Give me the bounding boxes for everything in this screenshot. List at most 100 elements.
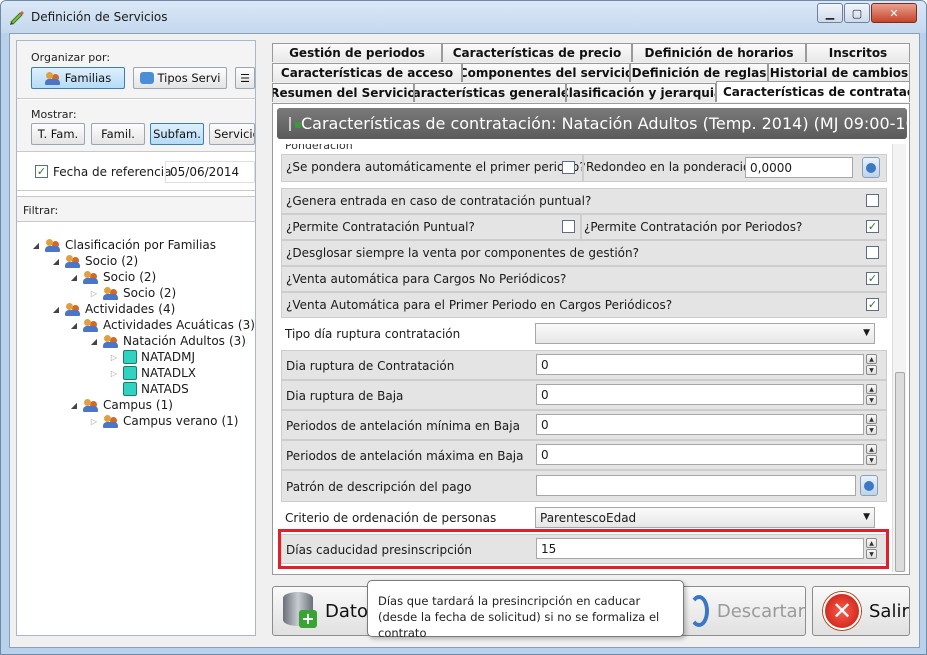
dia-baja-stepper[interactable]: ▲ ▼ — [866, 384, 877, 405]
service-icon — [123, 382, 137, 396]
mostrar-group: Mostrar: T. Fam. Famil. Subfam. Servicio… — [17, 100, 255, 152]
form-scrollbar[interactable] — [892, 144, 906, 572]
criterio-select[interactable]: ParentescoEdad ▼ — [535, 507, 875, 528]
tree-item[interactable]: ▷ NATADMJ — [109, 349, 195, 365]
tipo-dia-row: Tipo día ruptura contratación ▼ — [281, 320, 887, 348]
tree-item[interactable]: ◢ Actividades Acuáticas (3) — [69, 317, 255, 333]
people-icon — [83, 270, 99, 284]
expand-arrow-icon[interactable]: ◢ — [69, 273, 79, 282]
familias-button[interactable]: Familias — [31, 67, 125, 89]
dia-baja-input[interactable]: 0 — [536, 384, 864, 405]
tree-item[interactable]: ◢ Socio (2) — [51, 253, 138, 269]
fecha-input[interactable]: 05/06/2014 — [165, 161, 255, 183]
tree-item[interactable]: ▷ Socio (2) — [89, 285, 176, 301]
tree-item[interactable]: ◢ Socio (2) — [69, 269, 156, 285]
redondeo-input[interactable]: 0,0000 — [745, 157, 853, 178]
contratacion-puntual-label: ¿Permite Contratación Puntual? — [286, 220, 475, 234]
familia-button[interactable]: Famil. — [91, 123, 145, 145]
collapsed-arrow-icon[interactable]: ▷ — [109, 353, 119, 362]
collapsed-arrow-icon[interactable]: ▷ — [89, 289, 99, 298]
patron-input[interactable] — [536, 475, 856, 496]
close-button[interactable]: ✕ — [871, 3, 917, 23]
tipos-servicio-button[interactable]: Tipos Servi — [133, 67, 227, 89]
tree-item[interactable]: ◢ Actividades (4) — [51, 301, 175, 317]
collapsed-arrow-icon[interactable]: ▷ — [109, 369, 119, 378]
tipo-familia-button[interactable]: T. Fam. — [31, 123, 85, 145]
scrollbar-thumb[interactable] — [895, 372, 905, 572]
tab-definicion-reglas[interactable]: Definición de reglas — [630, 63, 768, 82]
tree-item[interactable]: ◢ Natación Adultos (3) — [89, 333, 246, 349]
pondera-checkbox[interactable] — [562, 161, 575, 174]
fecha-checkbox[interactable]: ✓ — [35, 165, 48, 178]
dias-caducidad-stepper[interactable]: ▲ ▼ — [866, 538, 877, 559]
ponderacion-row: ¿Se pondera automáticamente el primer pe… — [281, 154, 887, 182]
tab-definicion-horarios[interactable]: Definición de horarios — [632, 43, 806, 62]
expand-arrow-icon[interactable]: ◢ — [51, 257, 61, 266]
subfamilia-button[interactable]: Subfam. — [150, 123, 204, 145]
database-icon — [139, 72, 154, 84]
tab-caracteristicas-precio[interactable]: Características de precio — [442, 43, 632, 62]
pencil-icon — [10, 11, 24, 25]
tab-caracteristicas-acceso[interactable]: Características de acceso — [272, 63, 462, 82]
dias-caducidad-label: Días caducidad presinscripción — [286, 543, 472, 557]
expand-arrow-icon[interactable]: ◢ — [31, 241, 41, 250]
people-icon — [103, 334, 119, 348]
left-panel: Organizar por: Familias Tipos Servi ☰ Mo… — [16, 40, 256, 636]
tab-resumen-servicio[interactable]: Resumen del Servicio — [272, 83, 414, 102]
tab-caracteristicas-contratacion[interactable]: Características de contratació... — [716, 81, 910, 102]
tab-caracteristicas-generales[interactable]: Características generales — [414, 83, 566, 102]
tooltip: Días que tardará la presincripción en ca… — [367, 580, 684, 640]
expand-arrow-icon[interactable]: ◢ — [51, 305, 61, 314]
descartar-button[interactable]: Descartar — [678, 586, 806, 636]
redondeo-help-button[interactable] — [862, 157, 880, 178]
tree-item[interactable]: NATADS — [109, 381, 189, 397]
contratacion-puntual-checkbox[interactable] — [562, 220, 575, 233]
antelacion-max-input[interactable]: 0 — [536, 444, 864, 465]
expand-arrow-icon[interactable]: ◢ — [69, 401, 79, 410]
collapsed-arrow-icon[interactable]: ▷ — [89, 417, 99, 426]
minimize-button[interactable]: ▁ — [817, 3, 843, 23]
salir-button[interactable]: ✕ Salir — [812, 586, 910, 636]
people-icon — [45, 238, 61, 252]
dia-baja-row: Dia ruptura de Baja 0 ▲ ▼ — [281, 380, 887, 410]
venta-periodicos-checkbox[interactable]: ✓ — [866, 298, 879, 311]
tab-inscritos[interactable]: Inscritos — [806, 43, 910, 62]
tree-item[interactable]: ◢ Campus (1) — [69, 397, 173, 413]
tab-historial-cambios[interactable]: Historial de cambios — [768, 63, 910, 82]
divider — [582, 155, 584, 181]
antelacion-max-stepper[interactable]: ▲ ▼ — [866, 444, 877, 465]
tipo-dia-label: Tipo día ruptura contratación — [285, 327, 461, 341]
contratacion-periodos-checkbox[interactable]: ✓ — [866, 220, 879, 233]
dia-contratacion-stepper[interactable]: ▲ ▼ — [866, 354, 877, 375]
dias-caducidad-input[interactable]: 15 — [536, 538, 864, 559]
tab-clasificacion-jerarquia[interactable]: Clasificación y jerarquia — [566, 83, 716, 102]
venta-no-periodicos-checkbox[interactable]: ✓ — [866, 272, 879, 285]
antelacion-min-input[interactable]: 0 — [536, 414, 864, 435]
pondera-label: ¿Se pondera automáticamente el primer pe… — [286, 160, 586, 174]
tree-item[interactable]: ▷ Campus verano (1) — [89, 413, 238, 429]
tree-item[interactable]: ◢ Clasificación por Familias — [31, 237, 216, 253]
desglosar-checkbox[interactable] — [866, 246, 879, 259]
tipo-dia-select[interactable]: ▼ — [535, 323, 875, 344]
genera-entrada-checkbox[interactable] — [866, 194, 879, 207]
filtrar-label[interactable]: Filtrar: — [23, 204, 58, 217]
patron-help-button[interactable] — [860, 475, 878, 496]
people-icon — [103, 414, 119, 428]
servicios-button[interactable]: Servicios — [209, 123, 255, 145]
antelacion-max-label: Periodos de antelación máxima en Baja — [286, 449, 524, 463]
list-view-button[interactable]: ☰ — [235, 67, 255, 89]
expand-arrow-icon[interactable]: ◢ — [89, 337, 99, 346]
desglosar-row: ¿Desglosar siempre la venta por componen… — [281, 240, 887, 266]
venta-periodicos-row: ¿Venta Automática para el Primer Periodo… — [281, 292, 887, 318]
tree-item[interactable]: ▷ NATADLX — [109, 365, 196, 381]
people-icon — [83, 318, 99, 332]
info-icon — [866, 162, 876, 173]
antelacion-min-stepper[interactable]: ▲ ▼ — [866, 414, 877, 435]
dia-contratacion-input[interactable]: 0 — [536, 354, 864, 375]
tab-componentes-servicio[interactable]: Componentes del servicio — [462, 63, 630, 82]
tab-gestion-periodos[interactable]: Gestión de periodos — [272, 43, 442, 62]
dias-caducidad-row: Días caducidad presinscripción 15 ▲ ▼ — [281, 534, 887, 564]
expand-arrow-icon[interactable]: ◢ — [69, 321, 79, 330]
maximize-button[interactable]: ▢ — [844, 3, 870, 23]
chevron-down-icon: ▼ — [863, 512, 870, 522]
